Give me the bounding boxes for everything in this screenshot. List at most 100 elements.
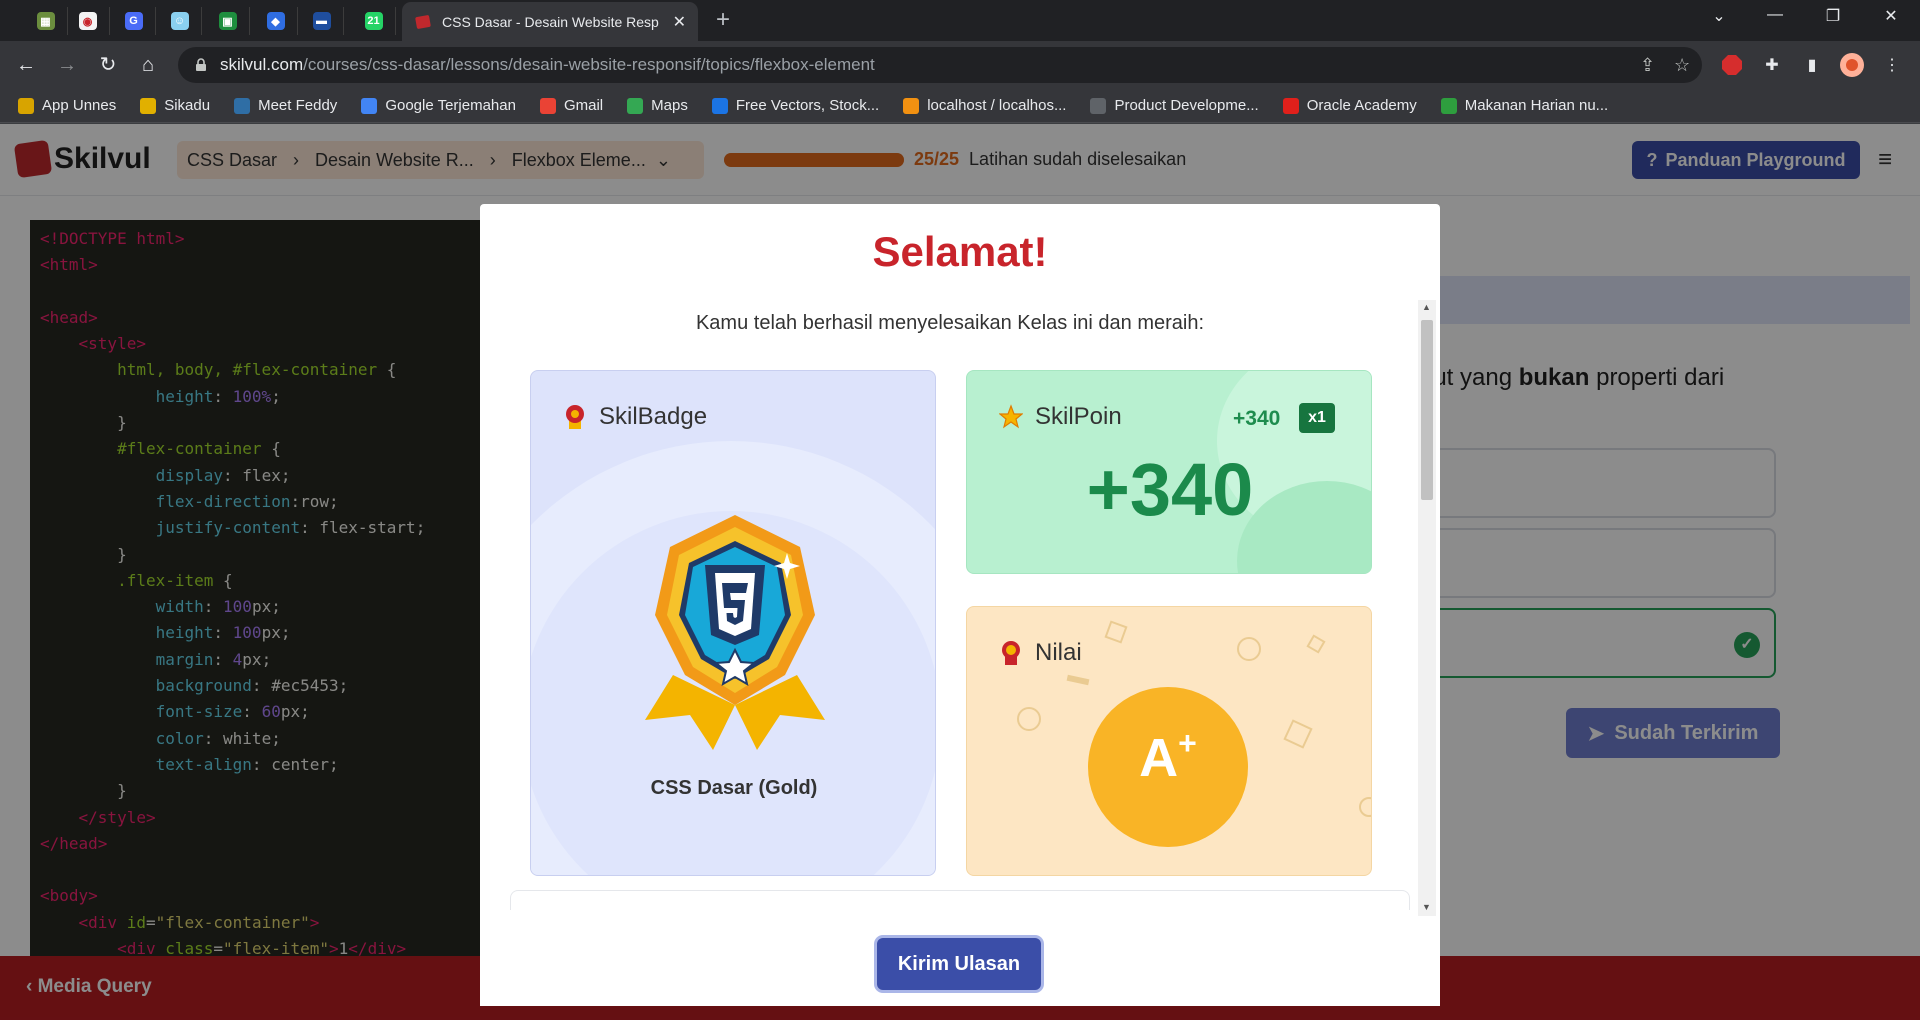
bookmark-favicon-icon: [1440, 97, 1457, 114]
bookmark-item[interactable]: Sikadu: [140, 97, 210, 114]
bookmark-label: Sikadu: [164, 97, 211, 114]
chrome-menu-icon[interactable]: ⋮: [1880, 53, 1904, 77]
back-icon[interactable]: ←: [14, 53, 38, 77]
bookmark-item[interactable]: App Unnes: [18, 97, 116, 114]
home-icon[interactable]: ⌂: [136, 53, 160, 77]
bookmark-item[interactable]: Oracle Academy: [1282, 97, 1417, 114]
browser-tabstrip: ▦ ◉ G ☺ ▣ ◆ ▬ 21 CSS Dasar - Desain Website Res…: [0, 0, 1920, 41]
tab-app-4-favicon-icon: ☺: [170, 12, 189, 30]
grade-circle: A+: [1088, 687, 1248, 847]
skilbadge-heading: SkilBadge: [599, 403, 708, 430]
bookmarks-bar: App Unnes Sikadu Meet Feddy Google Terjemah…: [0, 89, 1920, 123]
lock-icon: [196, 58, 206, 71]
points-earned: +340: [1086, 448, 1254, 531]
bookmark-item[interactable]: Product Developme...: [1090, 97, 1259, 114]
adblock-extension-icon[interactable]: [1720, 53, 1744, 77]
active-tab[interactable]: CSS Dasar - Desain Website Resp ✕: [402, 2, 698, 41]
points-earned-small: +340: [1233, 407, 1281, 430]
bookmark-item[interactable]: Meet Feddy: [234, 97, 337, 114]
modal-footer: Kirim Ulasan: [480, 916, 1440, 1006]
new-tab-icon[interactable]: +: [716, 8, 730, 32]
tab-app-6-favicon-icon: ◆: [266, 12, 285, 30]
scroll-up-icon[interactable]: ▲: [1422, 302, 1431, 312]
tab-app-5[interactable]: ▣: [206, 7, 250, 35]
bookmark-favicon-icon: [361, 97, 378, 114]
browser-toolbar: ← → ↻ ⌂ skilvul.com/courses/css-dasar/le…: [0, 41, 1920, 89]
modal-scroll-area[interactable]: Kamu telah berhasil menyelesaikan Kelas …: [480, 300, 1440, 916]
congrats-modal: Selamat! Kamu telah berhasil menyelesaik…: [480, 204, 1440, 1006]
bookmark-item[interactable]: localhost / localhos...: [903, 97, 1066, 114]
tab-whatsapp-favicon-icon: 21: [364, 12, 383, 30]
grade-value: A+: [1139, 725, 1197, 788]
share-icon[interactable]: ⇪: [1640, 55, 1655, 76]
modal-title: Selamat!: [872, 228, 1048, 275]
tab-app-7-favicon-icon: ▬: [312, 12, 331, 30]
bookmark-label: localhost / localhos...: [927, 97, 1067, 114]
bookmark-item[interactable]: Gmail: [539, 97, 604, 114]
tab-app-4[interactable]: ☺: [158, 7, 202, 35]
bookmark-favicon-icon: [1282, 97, 1299, 114]
modal-scrollbar[interactable]: ▲ ▼: [1418, 300, 1436, 916]
bookmark-item[interactable]: Makanan Harian nu...: [1440, 97, 1609, 114]
address-bar[interactable]: skilvul.com/courses/css-dasar/lessons/de…: [178, 47, 1702, 83]
minimize-icon[interactable]: —: [1752, 6, 1798, 24]
tab-whatsapp[interactable]: 21: [352, 7, 396, 35]
tab-app-1[interactable]: ▦: [24, 7, 68, 35]
profile-avatar[interactable]: [1840, 53, 1864, 77]
tab-close-icon[interactable]: ✕: [673, 12, 686, 32]
bookmark-favicon-icon: [627, 97, 644, 114]
send-review-button[interactable]: Kirim Ulasan: [877, 938, 1041, 990]
reload-icon[interactable]: ↻: [96, 53, 120, 77]
css3-gold-badge-icon: [645, 515, 825, 750]
extensions-puzzle-icon[interactable]: ✚: [1760, 53, 1784, 77]
multiplier-badge: x1: [1299, 403, 1335, 433]
modal-subtitle: Kamu telah berhasil menyelesaikan Kelas …: [695, 312, 1205, 334]
bookmark-label: Oracle Academy: [1306, 97, 1417, 114]
scroll-down-icon[interactable]: ▼: [1422, 902, 1431, 912]
restore-icon[interactable]: ❐: [1810, 6, 1856, 26]
award-ribbon-icon: [1002, 641, 1020, 665]
bookmark-item[interactable]: Google Terjemahan: [361, 97, 516, 114]
bookmark-label: Makanan Harian nu...: [1464, 97, 1609, 114]
bookmark-label: Product Developme...: [1114, 97, 1259, 114]
tab-search-icon[interactable]: ⌄: [1696, 6, 1742, 26]
skilbadge-card: SkilBadge CSS Dasar (Gold): [530, 370, 936, 876]
url-text: skilvul.com/courses/css-dasar/lessons/de…: [220, 55, 875, 74]
side-panel-icon[interactable]: ▮: [1800, 53, 1824, 77]
bookmark-item[interactable]: Free Vectors, Stock...: [711, 97, 880, 114]
tab-app-1-favicon-icon: ▦: [36, 12, 55, 30]
bookmark-item[interactable]: Maps: [627, 97, 688, 114]
bookmark-favicon-icon: [539, 97, 556, 114]
badge-icon: [566, 405, 584, 429]
skilpoin-card: SkilPoin +340 x1 +340: [966, 370, 1372, 574]
bookmark-label: Google Terjemahan: [385, 97, 516, 114]
bookmark-favicon-icon: [1090, 97, 1107, 114]
bookmark-favicon-icon: [903, 97, 920, 114]
bookmark-label: Free Vectors, Stock...: [735, 97, 880, 114]
bookmark-label: App Unnes: [42, 97, 117, 114]
bookmark-label: Meet Feddy: [258, 97, 338, 114]
tab-title: CSS Dasar - Desain Website Resp: [442, 13, 659, 30]
tab-app-6[interactable]: ◆: [254, 7, 298, 35]
close-window-icon[interactable]: ✕: [1868, 6, 1914, 26]
tab-app-2[interactable]: ◉: [66, 7, 110, 35]
nilai-heading: Nilai: [1035, 639, 1082, 666]
bookmark-favicon-icon: [18, 97, 34, 114]
bookmark-label: Gmail: [563, 97, 604, 114]
tab-app-3-favicon-icon: G: [124, 12, 143, 30]
bookmark-favicon-icon: [140, 97, 157, 114]
skilvul-page: Skilvul CSS Dasar › Desain Website R... …: [0, 124, 1920, 1020]
bookmark-star-icon[interactable]: ☆: [1674, 55, 1690, 76]
next-reward-card: [510, 890, 1410, 910]
tab-app-7[interactable]: ▬: [300, 7, 344, 35]
bookmark-favicon-icon: [711, 97, 728, 114]
forward-icon[interactable]: →: [55, 53, 79, 77]
nilai-card: Nilai A+: [966, 606, 1372, 876]
star-icon: [999, 404, 1023, 429]
tab-app-3[interactable]: G: [112, 7, 156, 35]
tab-app-2-favicon-icon: ◉: [78, 12, 97, 30]
bookmark-label: Maps: [651, 97, 688, 114]
bookmark-favicon-icon: [234, 97, 251, 114]
tab-app-5-favicon-icon: ▣: [218, 12, 237, 30]
scroll-thumb[interactable]: [1421, 320, 1433, 500]
